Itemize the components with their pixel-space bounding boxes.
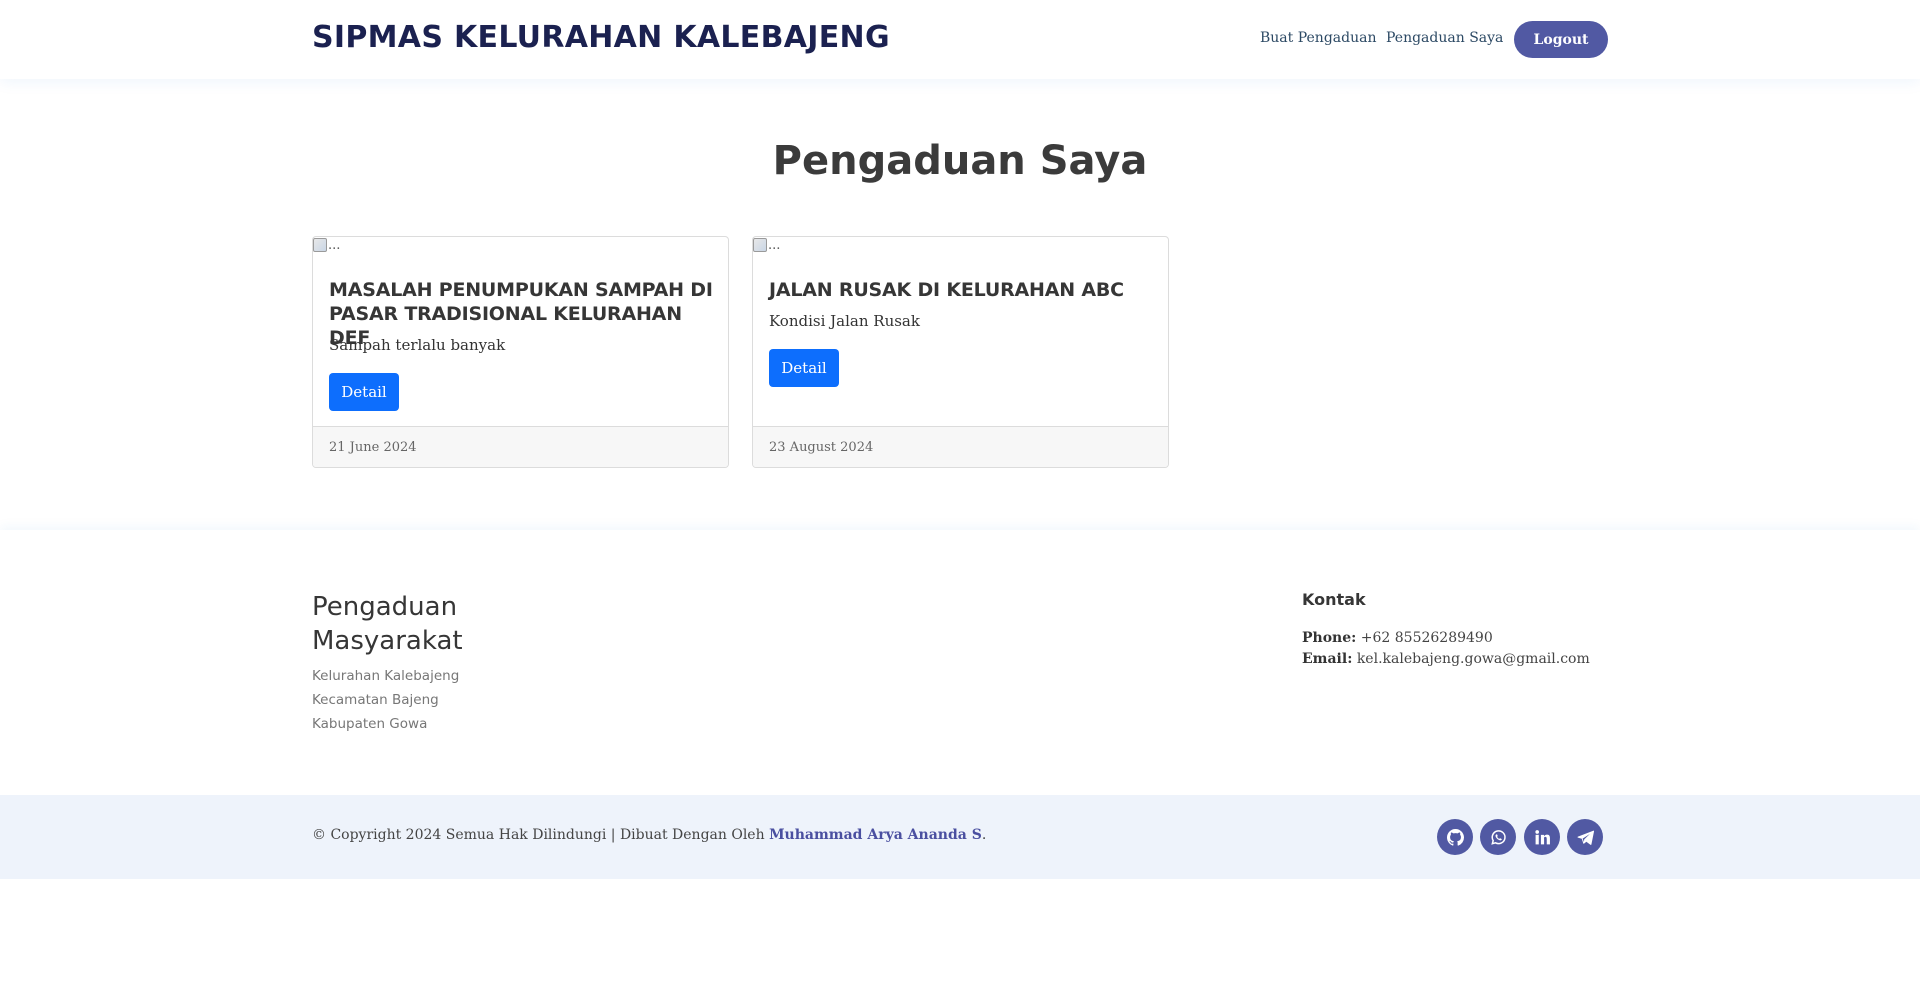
github-icon[interactable] xyxy=(1437,819,1473,855)
contact-email: Email: kel.kalebajeng.gowa@gmail.com xyxy=(1302,651,1590,667)
detail-button[interactable]: Detail xyxy=(329,373,399,411)
copyright-suffix: . xyxy=(981,827,987,843)
broken-image-icon xyxy=(313,238,327,252)
footer-name-line1: Pengaduan xyxy=(312,592,458,622)
whatsapp-icon[interactable] xyxy=(1480,819,1516,855)
card-date: 23 August 2024 xyxy=(753,426,1168,467)
complaint-card: ... MASALAH PENUMPUKAN SAMPAH DI PASAR T… xyxy=(312,236,729,468)
linkedin-icon[interactable] xyxy=(1524,819,1560,855)
card-image-alt: ... xyxy=(768,238,781,253)
contact-title: Kontak xyxy=(1302,590,1366,609)
phone-value: +62 85526289490 xyxy=(1360,630,1493,646)
logout-button[interactable]: Logout xyxy=(1514,21,1608,58)
copyright: © Copyright 2024 Semua Hak Dilindungi | … xyxy=(312,827,986,843)
broken-image-icon xyxy=(753,238,767,252)
complaint-card: ... JALAN RUSAK DI KELURAHAN ABC Kondisi… xyxy=(752,236,1169,468)
address-kabupaten: Kabupaten Gowa xyxy=(312,716,428,732)
copyright-text: © Copyright 2024 Semua Hak Dilindungi | … xyxy=(312,827,765,843)
email-label: Email: xyxy=(1302,651,1353,667)
telegram-icon[interactable] xyxy=(1567,819,1603,855)
card-date: 21 June 2024 xyxy=(313,426,728,467)
address-kecamatan: Kecamatan Bajeng xyxy=(312,692,439,708)
nav-buat-pengaduan[interactable]: Buat Pengaduan xyxy=(1260,30,1376,46)
site-header: SIPMAS KELURAHAN KALEBAJENG Buat Pengadu… xyxy=(0,0,1920,79)
email-value: kel.kalebajeng.gowa@gmail.com xyxy=(1356,651,1590,667)
address-kelurahan: Kelurahan Kalebajeng xyxy=(312,668,460,684)
site-brand[interactable]: SIPMAS KELURAHAN KALEBAJENG xyxy=(312,20,890,55)
card-image: ... xyxy=(753,238,780,253)
card-image-alt: ... xyxy=(328,238,341,253)
card-image: ... xyxy=(313,238,340,253)
card-title: JALAN RUSAK DI KELURAHAN ABC xyxy=(769,279,1124,301)
detail-button[interactable]: Detail xyxy=(769,349,839,387)
contact-phone: Phone: +62 85526289490 xyxy=(1302,630,1493,646)
footer-site-name: Pengaduan Masyarakat xyxy=(312,590,463,658)
card-text: Sampah terlalu banyak xyxy=(329,336,506,354)
phone-label: Phone: xyxy=(1302,630,1357,646)
page-title: Pengaduan Saya xyxy=(772,138,1148,184)
footer-bottom: © Copyright 2024 Semua Hak Dilindungi | … xyxy=(0,795,1920,879)
author-link[interactable]: Muhammad Arya Ananda S xyxy=(769,827,982,843)
footer-info: Pengaduan Masyarakat Kelurahan Kalebajen… xyxy=(0,530,1920,795)
nav-pengaduan-saya[interactable]: Pengaduan Saya xyxy=(1386,30,1503,46)
footer-name-line2: Masyarakat xyxy=(312,626,463,656)
card-text: Kondisi Jalan Rusak xyxy=(769,312,920,330)
